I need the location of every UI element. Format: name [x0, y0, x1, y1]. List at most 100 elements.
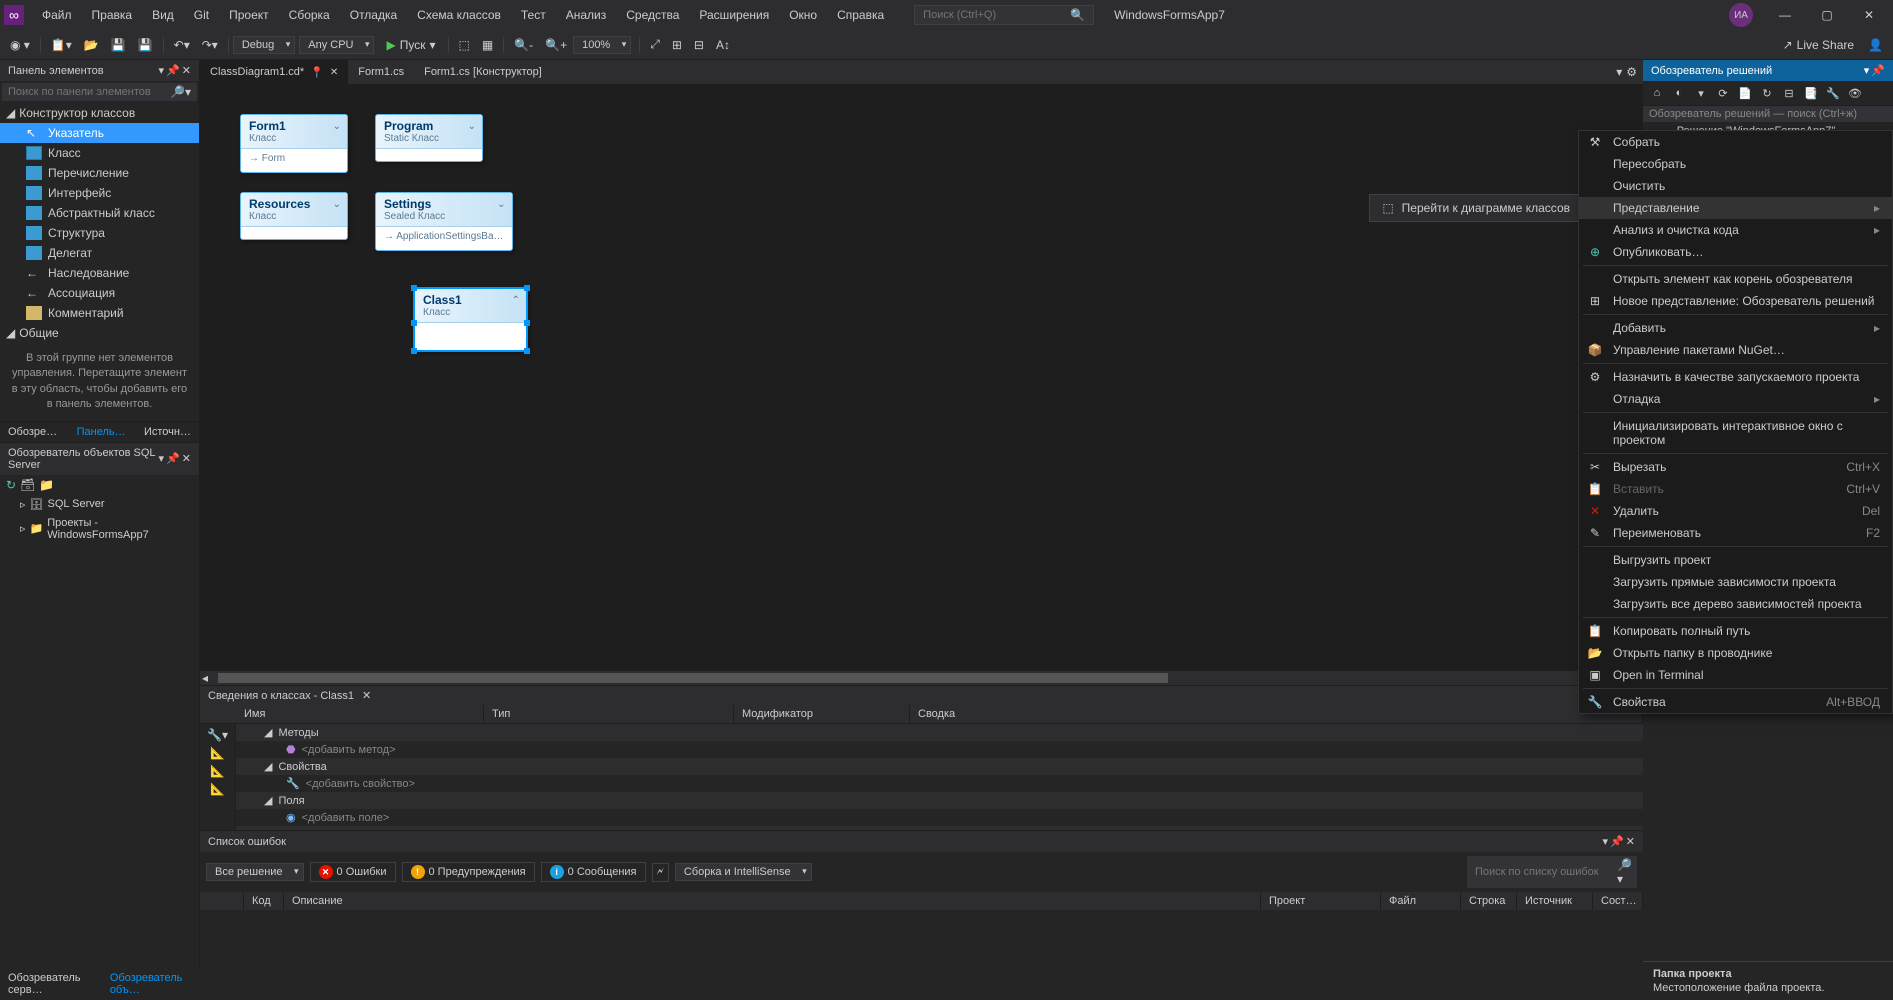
close-icon[interactable]: ✕ [362, 689, 371, 702]
global-search[interactable]: 🔍 [914, 5, 1094, 25]
error-search[interactable]: 🔎▾ [1467, 856, 1637, 888]
error-source-combo[interactable]: Сборка и IntelliSense [675, 863, 812, 881]
filter-icon[interactable]: 📐 [210, 764, 225, 778]
close-button[interactable]: ✕ [1849, 1, 1889, 29]
start-button[interactable]: ▶ Пуск ▾ [378, 36, 443, 54]
toolbox-delegate[interactable]: Делегат [0, 243, 199, 263]
class-class1[interactable]: Class1Класс⌃ [413, 287, 528, 352]
filter-icon[interactable]: 📐 [210, 746, 225, 760]
menu-debug[interactable]: Отладка [340, 2, 407, 28]
ctx-properties[interactable]: 🔧СвойстваAlt+ВВОД [1579, 691, 1892, 713]
platform-combo[interactable]: Any CPU [299, 36, 374, 54]
show-button[interactable]: 📑 [1801, 83, 1821, 103]
props-button[interactable]: 🔧 [1823, 83, 1843, 103]
redo-button[interactable]: ↷▾ [196, 36, 224, 54]
menu-tools[interactable]: Средства [616, 2, 689, 28]
tab-form1-cs[interactable]: Form1.cs [348, 60, 414, 84]
toolbox-class[interactable]: Класс [0, 143, 199, 163]
btn[interactable]: 📄 [1735, 83, 1755, 103]
menu-project[interactable]: Проект [219, 2, 279, 28]
add-method[interactable]: ⬣<добавить метод> [236, 741, 1643, 758]
ctx-open-explorer[interactable]: 📂Открыть папку в проводнике [1579, 642, 1892, 664]
toolbar-btn-5[interactable]: ⊟ [688, 36, 710, 54]
tab-explorer[interactable]: Обозревате… [0, 422, 69, 442]
ctx-load-tree[interactable]: Загрузить все дерево зависимостей проект… [1579, 593, 1892, 615]
chevron-icon[interactable]: ⌄ [333, 121, 341, 132]
sql-server-node[interactable]: ▹ 🗄 SQL Server [0, 495, 199, 514]
toolbox-abstract[interactable]: Абстрактный класс [0, 203, 199, 223]
ctx-delete[interactable]: ✕УдалитьDel [1579, 500, 1892, 522]
menu-test[interactable]: Тест [511, 2, 556, 28]
nav-back-button[interactable]: ◉ ▾ [4, 36, 36, 54]
maximize-button[interactable]: ▢ [1807, 1, 1847, 29]
minimize-button[interactable]: — [1765, 1, 1805, 29]
sql-projects-node[interactable]: ▹ 📁 Проекты - WindowsFormsApp7 [0, 514, 199, 544]
dropdown-icon[interactable]: ▾ [1864, 64, 1870, 77]
save-button[interactable]: 💾 [105, 36, 132, 54]
toolbox-pointer[interactable]: ↖Указатель [0, 123, 199, 143]
menu-view[interactable]: Вид [142, 2, 184, 28]
live-share-button[interactable]: ↗ Live Share [1775, 36, 1862, 54]
tab-server-explorer[interactable]: Обозреватель серв… [0, 968, 102, 1000]
back-button[interactable]: ◐ [1669, 83, 1689, 103]
menu-edit[interactable]: Правка [82, 2, 143, 28]
col-icon[interactable] [200, 892, 244, 910]
pin-icon[interactable]: 📌 [166, 452, 180, 465]
col-file[interactable]: Файл [1381, 892, 1461, 910]
pin-icon[interactable]: 📌 [1610, 835, 1624, 848]
col-summary[interactable]: Сводка [910, 705, 1643, 723]
col-line[interactable]: Строка [1461, 892, 1517, 910]
db-icon[interactable]: 🗃 [20, 478, 35, 492]
user-avatar[interactable]: ИА [1729, 3, 1753, 27]
zoom-out-button[interactable]: 🔍- [508, 36, 539, 54]
class-form1[interactable]: Form1Класс⌄ → Form [240, 114, 348, 173]
horizontal-scrollbar[interactable]: ◂ [200, 671, 1643, 685]
error-search-input[interactable] [1475, 866, 1617, 878]
toolbox-inheritance[interactable]: Наследование [0, 263, 199, 283]
error-scope-combo[interactable]: Все решение [206, 863, 304, 881]
toolbox-group-general[interactable]: ◢ Общие [0, 323, 199, 343]
toolbar-btn-1[interactable]: ⬚ [453, 36, 476, 54]
toolbar-btn-4[interactable]: ⊞ [666, 36, 688, 54]
sync-button[interactable]: ⟳ [1713, 83, 1733, 103]
dropdown-icon[interactable]: ▾ [1603, 835, 1609, 848]
menu-help[interactable]: Справка [827, 2, 894, 28]
chevron-icon[interactable]: ⌄ [497, 199, 505, 210]
close-icon[interactable]: ✕ [182, 64, 191, 77]
col-source[interactable]: Источник [1517, 892, 1593, 910]
warnings-filter[interactable]: !0 Предупреждения [402, 862, 535, 882]
group-fields[interactable]: ◢Поля [236, 792, 1643, 809]
menu-extensions[interactable]: Расширения [689, 2, 779, 28]
close-icon[interactable]: ✕ [182, 452, 191, 465]
resize-handle[interactable] [524, 285, 530, 291]
tab-toolbox[interactable]: Панель эле… [69, 422, 136, 442]
dropdown-icon[interactable]: ▾ [159, 64, 165, 77]
ctx-debug[interactable]: Отладка▸ [1579, 388, 1892, 410]
ctx-build[interactable]: ⚒Собрать [1579, 131, 1892, 153]
folder-icon[interactable]: 📁 [39, 478, 54, 492]
global-search-input[interactable] [923, 9, 1070, 21]
chevron-icon[interactable]: ⌃ [512, 295, 520, 306]
col-name[interactable]: Имя [236, 705, 484, 723]
config-combo[interactable]: Debug [233, 36, 295, 54]
tab-sources[interactable]: Источники… [136, 422, 199, 442]
open-button[interactable]: 📂 [78, 36, 105, 54]
close-icon[interactable]: ✕ [1626, 835, 1635, 848]
class-diagram-canvas[interactable]: Form1Класс⌄ → Form ProgramStatic Класс⌄ … [200, 84, 1643, 671]
add-field[interactable]: ◉<добавить поле> [236, 809, 1643, 826]
toolbox-search-input[interactable] [8, 86, 170, 98]
ctx-open-terminal[interactable]: ▣Open in Terminal [1579, 664, 1892, 686]
resize-handle[interactable] [411, 348, 417, 354]
errors-filter[interactable]: ✕0 Ошибки [310, 862, 396, 882]
toolbar-end-btn[interactable]: 👤 [1862, 36, 1889, 54]
tab-class-diagram[interactable]: ClassDiagram1.cd* 📍 ✕ [200, 60, 348, 84]
resize-handle[interactable] [524, 348, 530, 354]
ctx-add[interactable]: Добавить▸ [1579, 317, 1892, 339]
chevron-icon[interactable]: ⌄ [333, 199, 341, 210]
class-resources[interactable]: ResourcesКласс⌄ [240, 192, 348, 240]
dropdown-icon[interactable]: ▾ [1616, 65, 1622, 79]
zoom-in-button[interactable]: 🔍+ [539, 36, 573, 54]
filter-toggle[interactable]: 🗲 [652, 863, 669, 882]
gear-icon[interactable]: ⚙ [1626, 65, 1637, 79]
menu-class-diagram[interactable]: Схема классов [407, 2, 511, 28]
